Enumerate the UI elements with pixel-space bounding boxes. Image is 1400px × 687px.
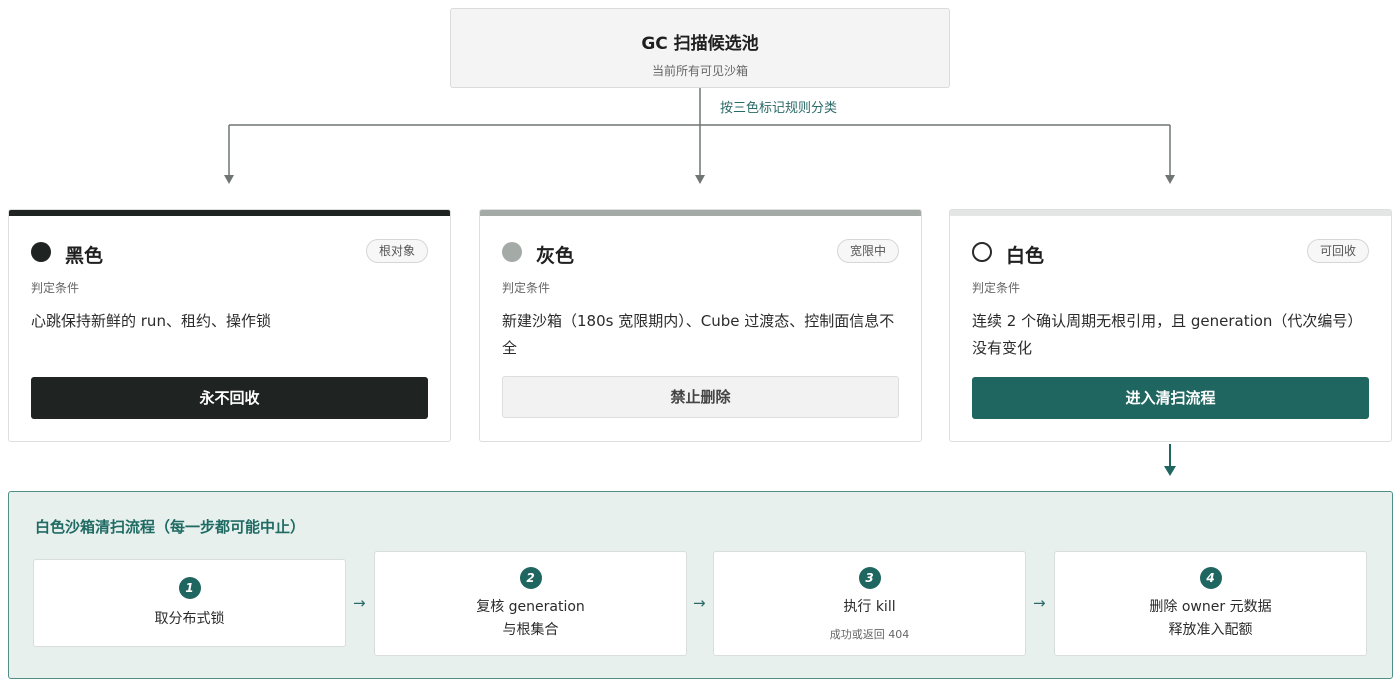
step-number-badge: 1	[178, 577, 201, 599]
gray-dot-icon	[502, 242, 522, 262]
status-badge: 可回收	[1306, 239, 1369, 263]
step-label: 取分布式锁	[154, 611, 225, 627]
condition-label: 判定条件	[31, 281, 80, 295]
sweep-flow-title: 白色沙箱清扫流程（每一步都可能中止）	[35, 518, 306, 536]
step-label: 复核 generation	[476, 599, 585, 615]
pool-title: GC 扫描候选池	[641, 34, 759, 54]
card-title: 白色	[1006, 245, 1045, 267]
card-strip	[950, 210, 1391, 216]
step-label: 删除 owner 元数据	[1149, 599, 1272, 615]
action-button[interactable]: 进入清扫流程	[972, 377, 1369, 419]
arrow-right-icon: →	[353, 594, 366, 612]
step-sublabel: 成功或返回 404	[829, 628, 910, 641]
step-label-line2: 释放准入配额	[1168, 622, 1253, 638]
condition-label: 判定条件	[502, 281, 551, 295]
sweep-step-1: 1 取分布式锁	[33, 559, 346, 647]
step-label-line2: 与根集合	[502, 622, 559, 638]
card-strip	[480, 210, 921, 216]
pool-subtitle: 当前所有可见沙箱	[651, 64, 748, 78]
step-number-badge: 4	[1199, 567, 1222, 589]
card-black: 黑色 根对象 判定条件 心跳保持新鲜的 run、租约、操作锁 永不回收	[8, 209, 451, 442]
condition-text: 心跳保持新鲜的 run、租约、操作锁	[31, 312, 271, 330]
status-badge: 宽限中	[836, 239, 899, 263]
sweep-step-3: 3 执行 kill 成功或返回 404	[713, 551, 1026, 656]
condition-label: 判定条件	[972, 281, 1021, 295]
action-button[interactable]: 永不回收	[31, 377, 428, 419]
black-dot-icon	[31, 242, 51, 262]
sweep-step-2: 2 复核 generation 与根集合	[374, 551, 687, 656]
candidate-pool-box: GC 扫描候选池 当前所有可见沙箱	[450, 8, 950, 88]
card-title: 灰色	[536, 245, 575, 267]
card-strip	[9, 210, 450, 216]
step-number-badge: 2	[519, 567, 542, 589]
status-badge: 根对象	[365, 239, 428, 263]
card-white: 白色 可回收 判定条件 连续 2 个确认周期无根引用，且 generation（…	[949, 209, 1392, 442]
step-number-badge: 3	[858, 567, 881, 589]
white-dot-icon	[972, 242, 992, 262]
step-label: 执行 kill	[843, 599, 896, 615]
condition-text: 新建沙箱（180s 宽限期内）、Cube 过渡态、控制面信息不全	[502, 312, 895, 357]
condition-text: 连续 2 个确认周期无根引用，且 generation（代次编号）没有变化	[972, 312, 1363, 357]
card-gray: 灰色 宽限中 判定条件 新建沙箱（180s 宽限期内）、Cube 过渡态、控制面…	[479, 209, 922, 442]
action-button[interactable]: 禁止删除	[502, 376, 899, 418]
arrow-right-icon: →	[1033, 594, 1046, 612]
classify-label: 按三色标记规则分类	[718, 97, 840, 116]
arrow-right-icon: →	[693, 594, 706, 612]
card-title: 黑色	[65, 245, 104, 267]
sweep-step-4: 4 删除 owner 元数据 释放准入配额	[1054, 551, 1367, 656]
